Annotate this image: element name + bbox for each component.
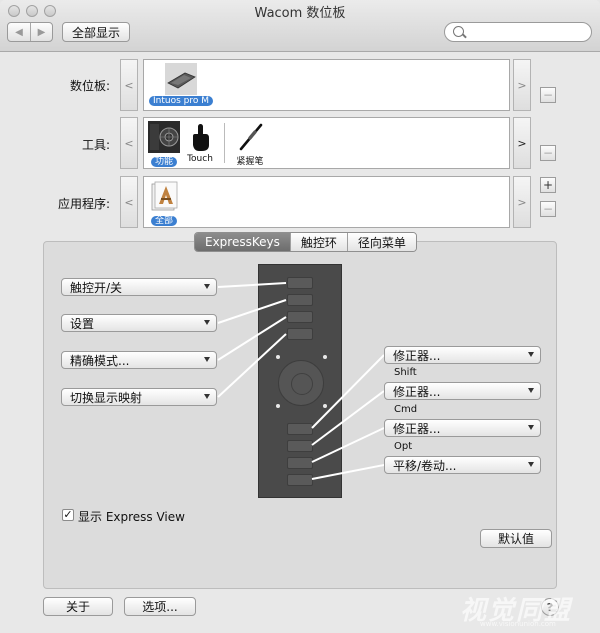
- modifier-label-cmd: Cmd: [394, 404, 418, 415]
- popup-caret-icon: [204, 394, 210, 399]
- tablet-device-icon: [165, 63, 197, 95]
- tool-item-touch[interactable]: Touch: [182, 121, 218, 167]
- popup-caret-icon: [204, 320, 210, 325]
- popup-caret-icon: [204, 284, 210, 289]
- nav-button-group: ◀ ▶: [7, 22, 53, 42]
- tool-divider: [224, 123, 225, 163]
- tool-item-label: Touch: [187, 154, 213, 164]
- forward-button[interactable]: ▶: [29, 23, 52, 41]
- tool-list: 功能 Touch 紧握笔: [143, 117, 510, 169]
- popup-caret-icon: [204, 357, 210, 362]
- application-item-all[interactable]: 全部: [146, 180, 182, 226]
- expresskey-8-popup[interactable]: 平移/卷动...: [384, 456, 541, 474]
- tablet-list: Intuos pro M: [143, 59, 510, 111]
- express-view-label: 显示 Express View: [78, 510, 185, 524]
- expresskey-7-popup[interactable]: 修正器...: [384, 419, 541, 437]
- express-keys-icon: [148, 121, 180, 153]
- expresskey-6-popup[interactable]: 修正器...: [384, 382, 541, 400]
- watermark-url: www.visionunion.com: [480, 620, 556, 628]
- tool-scroll-right[interactable]: >: [513, 117, 531, 169]
- popup-value: 切换显示映射: [70, 390, 143, 405]
- tool-item-label: 功能: [150, 157, 177, 167]
- popup-value: 触控开/关: [70, 280, 123, 295]
- search-field[interactable]: [444, 22, 592, 42]
- show-all-button[interactable]: 全部显示: [62, 22, 130, 42]
- expresskey-6: [287, 440, 313, 452]
- options-button[interactable]: 选项...: [124, 597, 196, 616]
- tablet-item-label: Intuos pro M: [149, 96, 213, 106]
- tool-item-label: 紧握笔: [236, 157, 264, 167]
- tool-row-label: 工具:: [81, 138, 110, 152]
- all-applications-icon: [151, 181, 178, 211]
- expresskey-1-popup[interactable]: 触控开/关: [61, 278, 217, 296]
- add-application-button[interactable]: +: [540, 177, 556, 193]
- back-button[interactable]: ◀: [8, 23, 30, 41]
- popup-value: 修正器...: [393, 421, 441, 436]
- about-button[interactable]: 关于: [43, 597, 113, 616]
- express-view-checkbox[interactable]: ✓: [62, 509, 74, 521]
- tablet-scroll-right[interactable]: >: [513, 59, 531, 111]
- expresskey-4: [287, 328, 313, 340]
- tab-radial-menu[interactable]: 径向菜单: [346, 233, 416, 251]
- remove-application-button[interactable]: −: [540, 201, 556, 217]
- touch-hand-icon: [193, 124, 209, 151]
- touch-ring: [278, 360, 324, 406]
- popup-value: 修正器...: [393, 348, 441, 363]
- application-row-label: 应用程序:: [57, 197, 110, 211]
- status-led: [276, 404, 280, 408]
- title-bar: Wacom 数位板 ◀ ▶ 全部显示: [0, 0, 600, 52]
- remove-tool-button[interactable]: −: [540, 145, 556, 161]
- popup-value: 平移/卷动...: [393, 458, 457, 473]
- application-scroll-left[interactable]: <: [120, 176, 138, 228]
- popup-caret-icon: [528, 425, 534, 430]
- application-scroll-right[interactable]: >: [513, 176, 531, 228]
- popup-value: 设置: [70, 316, 95, 331]
- search-input[interactable]: [469, 25, 587, 40]
- window-title: Wacom 数位板: [254, 6, 346, 21]
- tablet-diagram: [258, 264, 342, 498]
- status-led: [323, 404, 327, 408]
- popup-caret-icon: [528, 388, 534, 393]
- preferences-window: Wacom 数位板 ◀ ▶ 全部显示 数位板: < Intuos pro M >…: [0, 0, 600, 633]
- popup-value: 修正器...: [393, 384, 441, 399]
- tool-item-functions[interactable]: 功能: [146, 121, 182, 167]
- modifier-label-shift: Shift: [394, 367, 417, 378]
- modifier-label-opt: Opt: [394, 441, 413, 452]
- expresskey-4-popup[interactable]: 切换显示映射: [61, 388, 217, 406]
- application-item-label: 全部: [150, 216, 177, 226]
- tablet-item-intuos[interactable]: Intuos pro M: [148, 63, 214, 109]
- popup-caret-icon: [528, 462, 534, 467]
- expresskey-5: [287, 423, 313, 435]
- expresskey-2-popup[interactable]: 设置: [61, 314, 217, 332]
- expresskey-7: [287, 457, 313, 469]
- status-led: [323, 355, 327, 359]
- expresskey-8: [287, 474, 313, 486]
- defaults-button[interactable]: 默认值: [480, 529, 552, 548]
- expresskey-3: [287, 311, 313, 323]
- tablet-scroll-left[interactable]: <: [120, 59, 138, 111]
- search-icon: [453, 26, 464, 37]
- expresskey-1: [287, 277, 313, 289]
- remove-tablet-button[interactable]: −: [540, 87, 556, 103]
- settings-tabs: ExpressKeys 触控环 径向菜单: [194, 232, 417, 252]
- status-led: [276, 355, 280, 359]
- grip-pen-icon: [239, 123, 263, 151]
- popup-value: 精确模式...: [70, 353, 130, 368]
- popup-caret-icon: [528, 352, 534, 357]
- expresskey-2: [287, 294, 313, 306]
- tool-item-pen[interactable]: 紧握笔: [230, 121, 270, 167]
- expresskey-3-popup[interactable]: 精确模式...: [61, 351, 217, 369]
- application-list: 全部: [143, 176, 510, 228]
- expresskey-5-popup[interactable]: 修正器...: [384, 346, 541, 364]
- tool-scroll-left[interactable]: <: [120, 117, 138, 169]
- tab-touch-ring[interactable]: 触控环: [289, 233, 347, 251]
- tab-expresskeys[interactable]: ExpressKeys: [195, 233, 290, 251]
- tablet-row-label: 数位板:: [69, 79, 110, 93]
